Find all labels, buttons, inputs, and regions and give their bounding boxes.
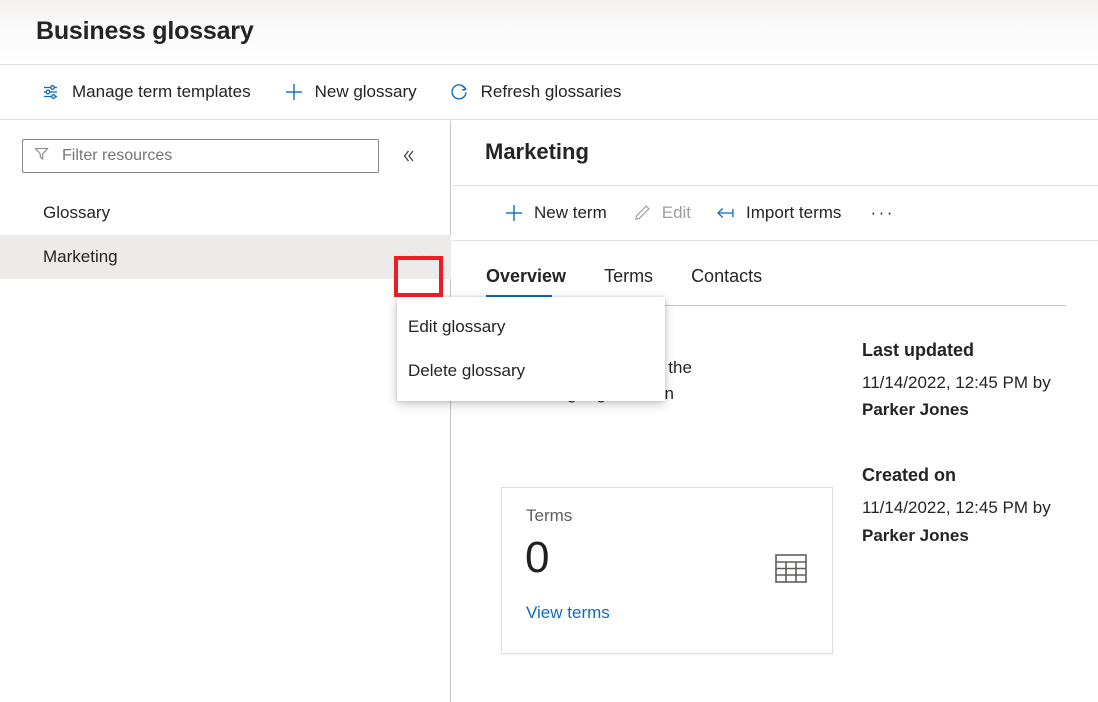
glossary-metadata-column: Last updated 11/14/2022, 12:45 PM by Par… [862, 340, 1052, 585]
filter-icon [33, 145, 50, 167]
sidebar-item-label: Glossary [43, 203, 110, 223]
glossary-context-menu: Edit glossary Delete glossary [397, 297, 665, 401]
edit-button: Edit [628, 194, 701, 232]
manage-term-templates-button[interactable]: Manage term templates [36, 72, 263, 112]
last-updated-author: Parker Jones [862, 400, 969, 419]
view-terms-link[interactable]: View terms [526, 603, 610, 623]
created-on-timestamp: 11/14/2022, 12:45 PM by [862, 498, 1051, 517]
new-term-label: New term [534, 203, 607, 223]
edit-label: Edit [662, 203, 691, 223]
tab-label: Contacts [691, 266, 762, 286]
glossary-sidebar: Glossary Marketing ··· [0, 121, 451, 702]
tab-label: Terms [604, 266, 653, 286]
import-terms-button[interactable]: Import terms [712, 194, 851, 232]
terms-card: Terms 0 View terms [501, 487, 833, 654]
terms-card-value: 0 [525, 536, 549, 580]
glossary-more-options-button[interactable]: ··· [405, 242, 443, 272]
filter-resources-input[interactable] [60, 146, 368, 166]
detail-command-bar: New term Edit Import t [452, 186, 1098, 241]
new-term-button[interactable]: New term [500, 194, 617, 232]
new-glossary-button[interactable]: New glossary [279, 72, 429, 112]
refresh-icon [449, 81, 471, 103]
last-updated-timestamp: 11/14/2022, 12:45 PM by [862, 373, 1051, 392]
detail-more-options-button[interactable]: ··· [862, 194, 902, 232]
global-command-bar: Manage term templates New glossary Refre… [0, 65, 1098, 120]
import-arrow-icon [715, 202, 737, 224]
terms-card-label: Terms [526, 506, 572, 526]
created-on-block: Created on 11/14/2022, 12:45 PM by Parke… [862, 465, 1052, 548]
plus-icon [503, 202, 525, 224]
detail-tabs: Overview Terms Contacts [486, 266, 788, 297]
menu-item-label: Delete glossary [408, 361, 525, 381]
app-root: Business glossary Manage term templates [0, 0, 1098, 702]
sliders-icon [40, 81, 62, 103]
import-terms-label: Import terms [746, 203, 841, 223]
plus-icon [283, 81, 305, 103]
sidebar-item-label: Marketing [43, 247, 118, 267]
manage-term-templates-label: Manage term templates [72, 82, 251, 102]
new-glossary-label: New glossary [315, 82, 417, 102]
tab-overview[interactable]: Overview [486, 266, 578, 297]
collapse-panel-button[interactable] [395, 143, 421, 169]
menu-item-delete-glossary[interactable]: Delete glossary [397, 349, 665, 393]
tab-terms[interactable]: Terms [592, 266, 665, 297]
page-header: Business glossary [0, 0, 1098, 65]
page-title: Business glossary [36, 17, 254, 46]
sidebar-item-glossary[interactable]: Glossary [0, 191, 451, 235]
last-updated-block: Last updated 11/14/2022, 12:45 PM by Par… [862, 340, 1052, 423]
refresh-glossaries-label: Refresh glossaries [481, 82, 622, 102]
last-updated-value: 11/14/2022, 12:45 PM by Parker Jones [862, 369, 1052, 423]
created-on-author: Parker Jones [862, 526, 969, 545]
detail-title: Marketing [485, 139, 589, 165]
created-on-value: 11/14/2022, 12:45 PM by Parker Jones [862, 494, 1052, 548]
refresh-glossaries-button[interactable]: Refresh glossaries [445, 72, 634, 112]
last-updated-label: Last updated [862, 340, 1052, 361]
glossary-tree: Glossary Marketing ··· [0, 191, 451, 279]
menu-item-label: Edit glossary [408, 317, 505, 337]
filter-resources-box[interactable] [22, 139, 379, 173]
filter-row [0, 121, 451, 191]
pencil-icon [631, 202, 653, 224]
menu-item-edit-glossary[interactable]: Edit glossary [397, 305, 665, 349]
tab-label: Overview [486, 266, 566, 286]
table-grid-icon [775, 554, 807, 583]
sidebar-item-marketing[interactable]: Marketing ··· [0, 235, 451, 279]
created-on-label: Created on [862, 465, 1052, 486]
tab-contacts[interactable]: Contacts [679, 266, 774, 297]
